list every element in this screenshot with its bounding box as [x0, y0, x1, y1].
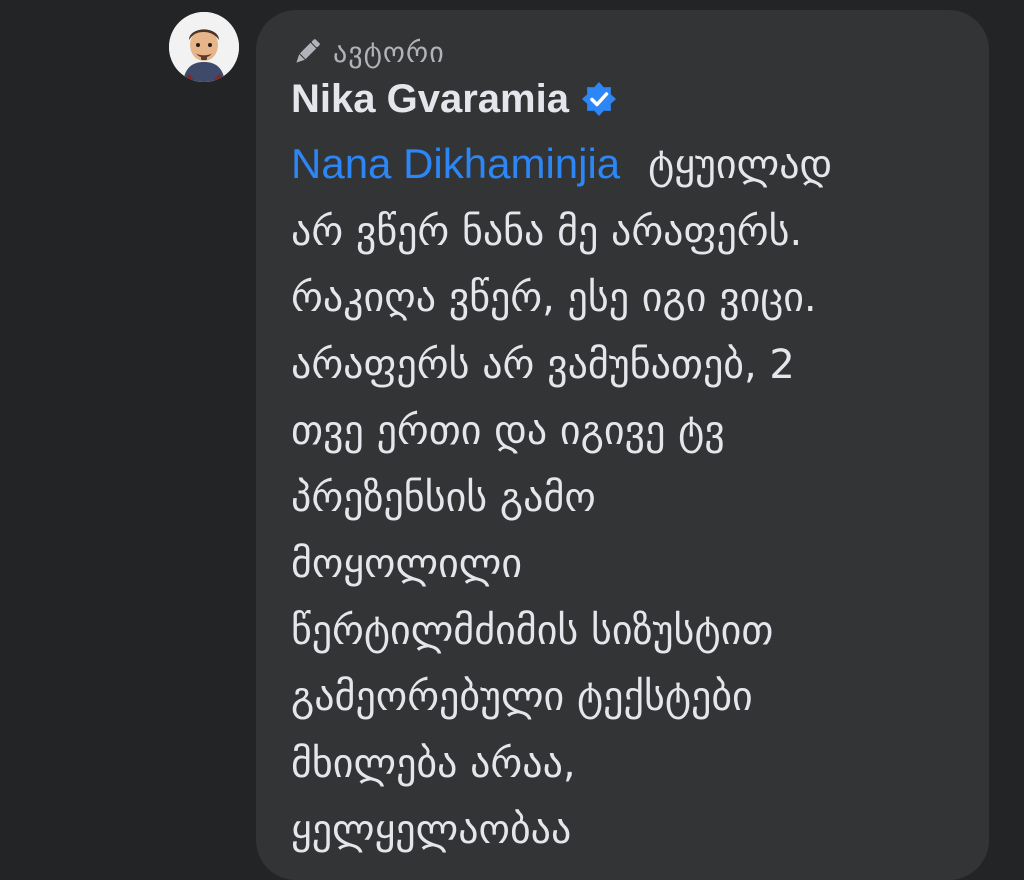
- comment-line: მოყოლილი: [291, 541, 523, 587]
- comment-line: მხილება არაა,: [291, 740, 576, 787]
- comment-line: რაკიღა ვწერ, ესე იგი ვიცი.: [291, 275, 817, 321]
- top-contributor-badge: ავტორი: [291, 32, 445, 72]
- avatar-illustration: [169, 12, 239, 82]
- author-row: Nika Gvaramia: [291, 74, 617, 124]
- verified-badge-icon: [581, 82, 616, 116]
- mention-link[interactable]: Nana Dikhaminjia: [291, 140, 620, 187]
- comment-text: Nana Dikhaminjia ტყუილად არ ვწერ ნანა მე …: [291, 131, 971, 864]
- author-role-label: ავტორი: [333, 35, 445, 69]
- pen-icon: [296, 39, 320, 63]
- comment-line: პრეზენსის გამო: [291, 474, 596, 521]
- comment-line: წერტილმძიმის სიზუსტით: [291, 607, 774, 654]
- author-name[interactable]: Nika Gvaramia: [291, 77, 569, 122]
- comment-line: თვე ერთი და იგივე ტვ: [291, 408, 725, 454]
- comment-line: Nana Dikhaminjia ტყუილად: [291, 131, 971, 199]
- comment-line: არაფერს არ ვამუნათებ, 2: [291, 341, 795, 388]
- comment-line: გამეორებული ტექსტები: [291, 674, 753, 720]
- avatar[interactable]: [169, 12, 239, 82]
- comment-line-text: ტყუილად: [648, 142, 833, 188]
- comment-line: არ ვწერ ნანა მე არაფერს.: [291, 208, 803, 255]
